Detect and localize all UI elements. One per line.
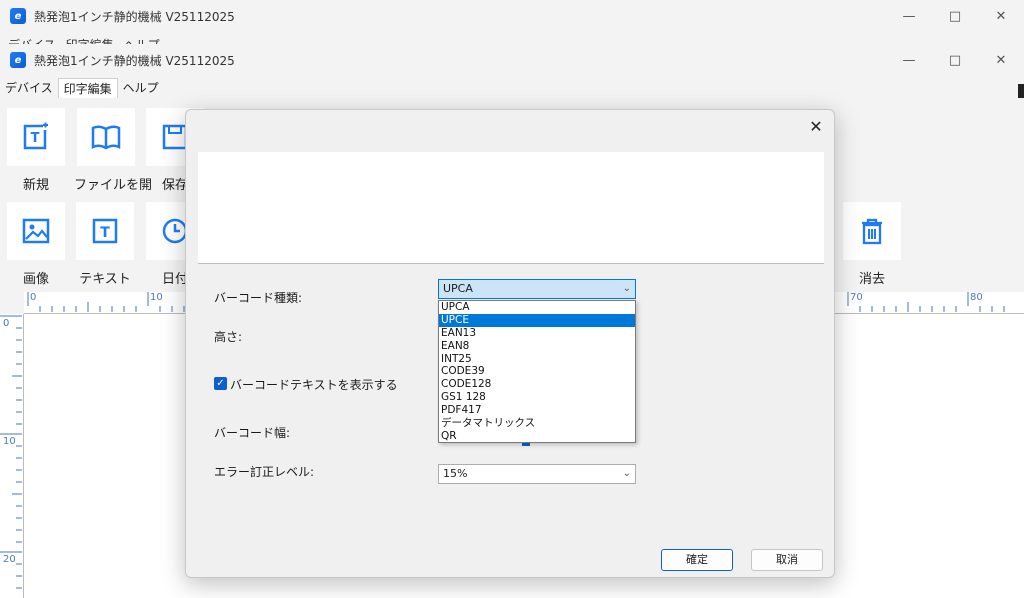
- vruler-tick-0: 0: [3, 318, 10, 329]
- open-file-button[interactable]: ファイルを開: [74, 108, 153, 193]
- chevron-down-icon: ⌄: [622, 468, 631, 479]
- barcode-option[interactable]: INT25: [439, 353, 635, 366]
- svg-text:T: T: [100, 225, 110, 241]
- barcode-option[interactable]: EAN13: [439, 327, 635, 340]
- new-text-icon: T: [7, 108, 65, 166]
- barcode-option[interactable]: CODE128: [439, 378, 635, 391]
- menu-bar: デバイス 印字編集 ヘルプ: [0, 78, 164, 98]
- menu-device[interactable]: デバイス: [0, 78, 58, 98]
- barcode-option[interactable]: PDF417: [439, 404, 635, 417]
- chevron-down-icon: ⌄: [622, 283, 631, 294]
- image-icon: [7, 202, 65, 260]
- image-label: 画像: [22, 272, 49, 287]
- barcode-type-value: UPCA: [443, 282, 473, 295]
- new-button[interactable]: T 新規: [5, 108, 67, 193]
- barcode-option[interactable]: データマトリックス: [439, 417, 635, 430]
- maximize-icon[interactable]: □: [932, 44, 978, 76]
- title-bar: e 熱発泡1インチ静的機械 V25112025 — □ ✕: [0, 44, 1024, 76]
- app-icon: e: [10, 8, 26, 24]
- show-text-label: バーコードテキストを表示する: [230, 378, 398, 392]
- minimize-icon[interactable]: —: [886, 44, 932, 76]
- dialog-close-icon[interactable]: ✕: [806, 116, 826, 136]
- image-button[interactable]: 画像: [5, 202, 67, 287]
- background-window: e 熱発泡1インチ静的機械 V25112025 — □ ✕ デバイス 印字編集 …: [0, 0, 1024, 50]
- barcode-option[interactable]: EAN8: [439, 340, 635, 353]
- height-label: 高さ:: [214, 330, 243, 344]
- delete-button[interactable]: 消去: [841, 202, 903, 287]
- error-level-value: 15%: [443, 467, 468, 480]
- close-icon[interactable]: ✕: [978, 44, 1024, 76]
- vruler-tick-10: 10: [3, 436, 16, 447]
- barcode-type-dropdown: UPCA UPCE EAN13 EAN8 INT25 CODE39 CODE12…: [438, 300, 636, 443]
- trash-icon: [843, 202, 901, 260]
- ruler-tick-10: 10: [150, 292, 163, 303]
- app-icon: e: [10, 52, 26, 68]
- barcode-option[interactable]: CODE39: [439, 365, 635, 378]
- ruler-tick-0: 0: [30, 292, 37, 303]
- cancel-button[interactable]: 取消: [751, 549, 823, 571]
- barcode-preview: [198, 152, 824, 264]
- menu-help[interactable]: ヘルプ: [118, 78, 164, 98]
- maximize-icon[interactable]: □: [932, 0, 978, 32]
- open-file-label: ファイルを開: [74, 178, 153, 193]
- barcode-settings-dialog: ✕ バーコード種類: UPCA ⌄ 高さ: ✓ バーコードテキストを表示する バ…: [185, 109, 835, 578]
- text-icon: T: [76, 202, 134, 260]
- book-icon: [77, 108, 135, 166]
- ok-button[interactable]: 確定: [661, 549, 733, 571]
- text-button[interactable]: T テキスト: [74, 202, 136, 287]
- ruler-tick-80: 80: [970, 292, 983, 303]
- text-label: テキスト: [79, 272, 131, 287]
- new-label: 新規: [22, 178, 49, 193]
- show-text-checkbox[interactable]: ✓: [214, 377, 227, 390]
- bg-title-bar: e 熱発泡1インチ静的機械 V25112025 — □ ✕: [0, 0, 1024, 32]
- delete-label: 消去: [858, 272, 885, 287]
- menu-print-edit[interactable]: 印字編集: [57, 78, 118, 98]
- close-icon[interactable]: ✕: [978, 0, 1024, 32]
- barcode-option[interactable]: UPCA: [439, 301, 635, 314]
- barcode-option-highlighted[interactable]: UPCE: [439, 313, 635, 327]
- barcode-type-select[interactable]: UPCA ⌄: [438, 279, 636, 299]
- svg-text:T: T: [31, 131, 40, 146]
- vertical-ruler: 0 10 20: [0, 314, 24, 598]
- minimize-icon[interactable]: —: [886, 0, 932, 32]
- ruler-tick-70: 70: [850, 292, 863, 303]
- bg-window-title: 熱発泡1インチ静的機械 V25112025: [34, 9, 235, 24]
- barcode-option[interactable]: QR: [439, 430, 635, 443]
- error-level-label: エラー訂正レベル:: [214, 465, 315, 479]
- barcode-type-label: バーコード種類:: [214, 291, 303, 305]
- barcode-option[interactable]: GS1 128: [439, 391, 635, 404]
- barcode-width-label: バーコード幅:: [214, 426, 291, 440]
- window-title: 熱発泡1インチ静的機械 V25112025: [34, 53, 235, 68]
- error-level-select[interactable]: 15% ⌄: [438, 464, 636, 484]
- vruler-tick-20: 20: [3, 554, 16, 565]
